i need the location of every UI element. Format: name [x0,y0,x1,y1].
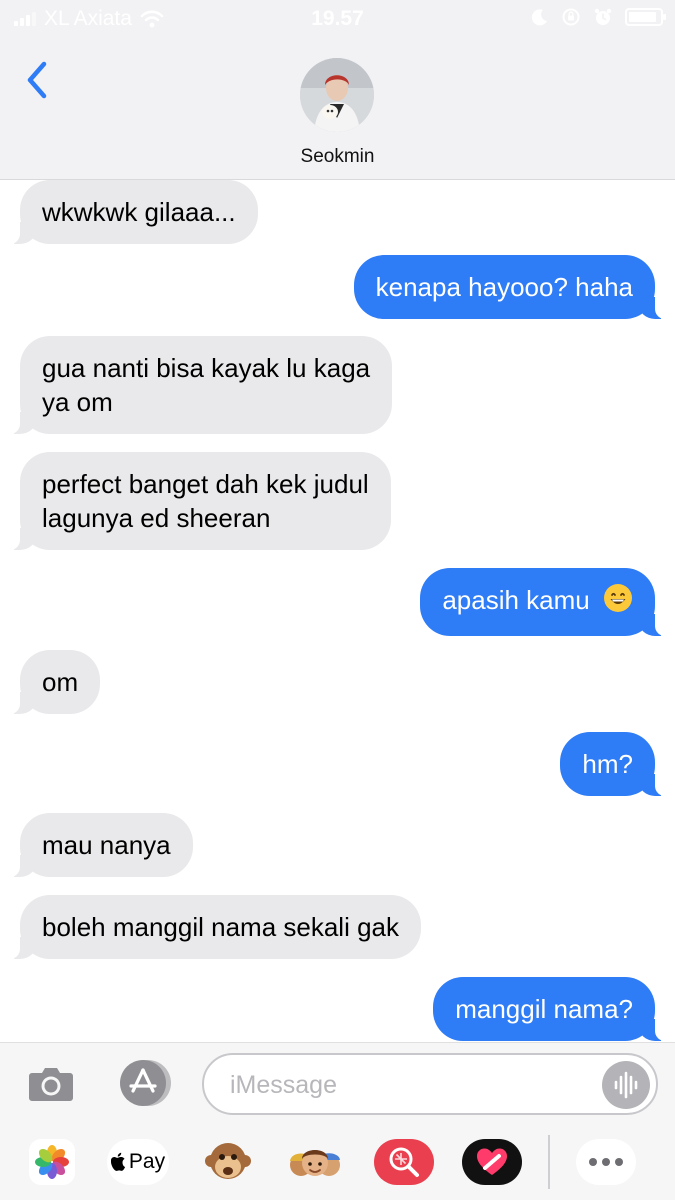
outgoing-message[interactable]: kenapa hayooo? haha [353,255,668,319]
image-search-icon [389,1147,419,1177]
message-text-line: ya om [42,387,113,417]
message-text: mau nanya [42,830,171,860]
audio-message-icon[interactable] [602,1061,650,1109]
message-text: boleh manggil nama sekali gak [42,912,399,942]
message-text: kenapa hayooo? haha [375,272,633,302]
animoji-button[interactable] [200,1139,256,1185]
outgoing-message[interactable]: hm? [560,732,667,796]
incoming-message[interactable]: om [7,650,101,714]
memoji-icon [290,1150,340,1176]
apple-logo-icon [110,1152,126,1171]
image-search-button[interactable] [374,1139,434,1185]
outgoing-message[interactable]: apasih kamu [420,568,667,636]
incoming-message[interactable]: gua nanti bisa kayak lu kaga ya om [7,336,393,434]
message-text-line: lagunya ed sheeran [42,503,271,533]
orientation-lock-icon [562,8,580,26]
apple-pay-button[interactable]: Pay [107,1139,169,1185]
message-text: apasih kamu [442,585,590,615]
message-text-line: gua nanti bisa kayak lu kaga [42,353,371,383]
monkey-icon [205,1143,251,1179]
incoming-message[interactable]: perfect banget dah kek judul lagunya ed … [8,452,391,550]
digital-touch-icon [477,1148,507,1175]
more-icon [589,1158,623,1166]
message-input-field[interactable] [202,1053,658,1115]
alarm-icon [594,8,612,25]
battery-icon [625,8,666,26]
status-bar: XL Axiata 19.57 [0,0,675,36]
app-store-icon[interactable] [114,1058,172,1108]
message-text-line: perfect banget dah kek judul [42,469,369,499]
drawer-divider [548,1135,550,1189]
grinning-face-emoji [603,583,633,621]
outgoing-message[interactable]: manggil nama? [433,977,667,1041]
message-text: hm? [582,749,633,779]
photos-app-button[interactable] [24,1139,80,1185]
message-text: om [42,667,79,697]
camera-icon[interactable] [28,1063,74,1103]
message-text: wkwkwk gilaaa... [42,197,236,227]
more-apps-button[interactable] [576,1139,636,1185]
apple-pay-label: Pay [128,1150,166,1173]
moon-icon [531,9,547,26]
incoming-message[interactable]: boleh manggil nama sekali gak [8,895,421,959]
digital-touch-button[interactable] [462,1139,522,1185]
contact-avatar[interactable] [300,58,374,132]
message-input[interactable] [230,1067,590,1103]
photos-icon [29,1139,75,1185]
compose-bar: Pay [0,1042,675,1200]
incoming-message[interactable]: mau nanya [8,813,193,877]
memoji-button[interactable] [285,1139,345,1185]
incoming-message[interactable]: wkwkwk gilaaa... [8,180,258,244]
back-chevron-icon[interactable] [22,58,52,102]
contact-name[interactable]: Seokmin [0,146,675,168]
message-text: manggil nama? [455,994,633,1024]
